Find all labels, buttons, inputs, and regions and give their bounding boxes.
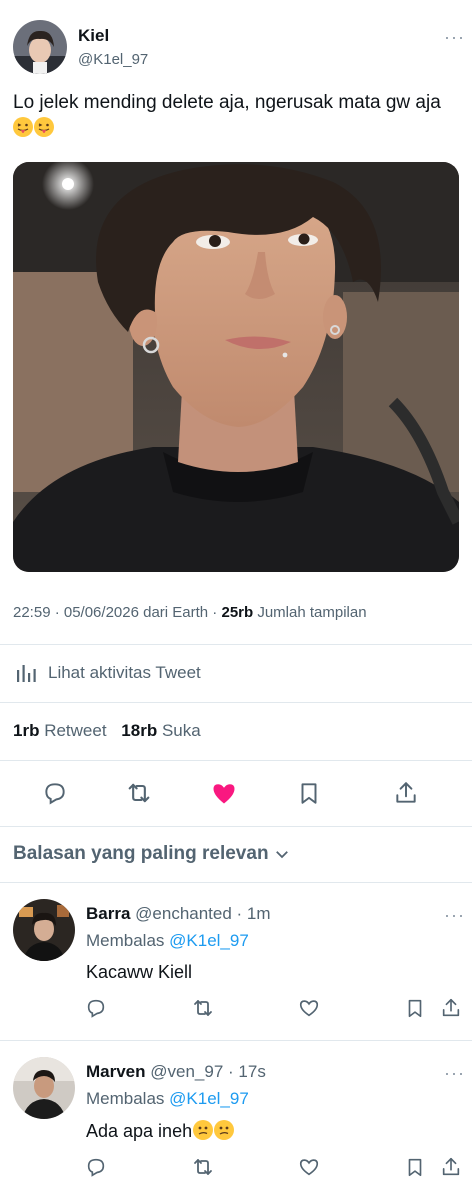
heart-icon <box>213 784 235 804</box>
likes-count: 18rb <box>121 721 158 740</box>
retweet-icon <box>194 1159 212 1175</box>
reply-author-name[interactable]: Barra <box>86 904 130 923</box>
reply-author-handle[interactable]: @ven_97 <box>150 1062 223 1081</box>
bookmark-button[interactable] <box>294 778 324 808</box>
tongue-emoji-icon <box>34 117 54 137</box>
reply-button[interactable] <box>83 995 109 1021</box>
share-button[interactable] <box>438 995 464 1021</box>
like-button[interactable] <box>296 995 322 1021</box>
heart-icon <box>299 1159 319 1176</box>
replies-sort-label: Balasan yang paling relevan <box>13 843 269 864</box>
more-icon[interactable]: ··· <box>444 906 465 924</box>
heart-icon <box>299 1000 319 1017</box>
share-icon <box>442 1157 460 1176</box>
retweets-count: 1rb <box>13 721 40 740</box>
bookmark-button[interactable] <box>402 1154 428 1180</box>
reply-time[interactable]: · 17s <box>223 1062 266 1081</box>
author-name[interactable]: Kiel <box>78 26 109 46</box>
like-button[interactable] <box>296 1154 322 1180</box>
reply-author-name[interactable]: Marven <box>86 1062 146 1081</box>
replying-to: Membalas @K1el_97 <box>86 1089 249 1109</box>
tweet-stats: 1rb Retweet 18rb Suka <box>13 721 201 741</box>
bookmark-icon <box>408 1158 422 1177</box>
replying-to: Membalas @K1el_97 <box>86 931 249 951</box>
divider <box>0 644 472 645</box>
reply-icon <box>87 999 105 1018</box>
retweets-label: Retweet <box>39 721 107 740</box>
tweet-timestamp[interactable]: 22:59 · 05/06/2026 dari Earth · <box>13 604 221 621</box>
retweet-button[interactable] <box>190 995 216 1021</box>
replying-to-label: Membalas <box>86 1089 170 1108</box>
confused-emoji-icon <box>214 1120 235 1140</box>
reply-text-body: Ada apa ineh <box>86 1121 193 1141</box>
replying-to-handle[interactable]: @K1el_97 <box>169 1089 249 1108</box>
retweet-icon <box>194 1000 212 1016</box>
divider <box>0 760 472 761</box>
share-button[interactable] <box>391 778 421 808</box>
reply-header: Barra @enchanted · 1m <box>86 904 271 924</box>
retweet-button[interactable] <box>124 778 154 808</box>
author-avatar[interactable] <box>13 20 67 74</box>
reply-avatar[interactable] <box>13 899 75 961</box>
retweet-icon <box>128 783 150 803</box>
retweet-button[interactable] <box>190 1154 216 1180</box>
likes-label: Suka <box>157 721 201 740</box>
divider <box>0 1040 472 1041</box>
reply-header: Marven @ven_97 · 17s <box>86 1062 266 1082</box>
divider <box>0 882 472 883</box>
like-button[interactable] <box>209 778 239 808</box>
activity-label: Lihat aktivitas Tweet <box>48 663 201 682</box>
reply-text: Kacaww Kiell <box>86 962 193 982</box>
views-label: Jumlah tampilan <box>253 604 367 621</box>
divider <box>0 826 472 827</box>
reply-author-handle[interactable]: @enchanted <box>135 904 232 923</box>
replying-to-handle[interactable]: @K1el_97 <box>169 931 249 950</box>
divider <box>0 702 472 703</box>
bookmark-icon <box>301 783 317 804</box>
share-icon <box>442 998 460 1017</box>
tweet-text: Lo jelek mending delete aja, ngerusak ma… <box>13 90 453 142</box>
reply-icon <box>45 783 65 805</box>
reply-icon <box>87 1158 105 1177</box>
replies-sort-dropdown[interactable]: Balasan yang paling relevan <box>13 843 291 865</box>
reply-avatar[interactable] <box>13 1057 75 1119</box>
more-icon[interactable]: ··· <box>444 1064 465 1082</box>
chart-icon <box>17 665 36 682</box>
tweet-meta: 22:59 · 05/06/2026 dari Earth · 25rb Jum… <box>13 604 367 621</box>
tweet-photo[interactable] <box>13 162 459 572</box>
bookmark-icon <box>408 999 422 1018</box>
confused-emoji-icon <box>193 1120 214 1140</box>
reply-button[interactable] <box>83 1154 109 1180</box>
replying-to-label: Membalas <box>86 931 170 950</box>
share-button[interactable] <box>438 1154 464 1180</box>
tweet-activity-link[interactable]: Lihat aktivitas Tweet <box>13 660 201 686</box>
reply-text: Ada apa ineh <box>86 1120 235 1142</box>
tongue-emoji-icon <box>13 117 33 137</box>
retweets-stat[interactable]: 1rb Retweet <box>13 721 107 740</box>
reply-button[interactable] <box>40 778 70 808</box>
author-handle[interactable]: @K1el_97 <box>78 51 148 68</box>
chevron-down-icon <box>275 851 288 859</box>
likes-stat[interactable]: 18rb Suka <box>121 721 200 740</box>
bookmark-button[interactable] <box>402 995 428 1021</box>
tweet-text-body: Lo jelek mending delete aja, ngerusak ma… <box>13 92 441 113</box>
more-icon[interactable]: ··· <box>444 28 465 46</box>
views-count: 25rb <box>221 604 254 621</box>
share-icon <box>396 782 416 803</box>
reply-time[interactable]: · 1m <box>232 904 271 923</box>
